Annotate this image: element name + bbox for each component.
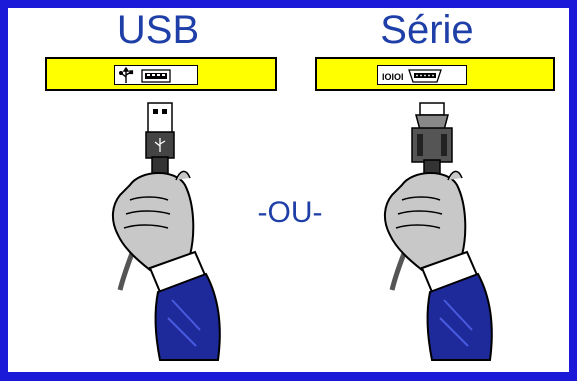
hand-holding-usb-cable-icon (112, 102, 221, 361)
hand-holding-serial-cable-icon (384, 102, 493, 361)
